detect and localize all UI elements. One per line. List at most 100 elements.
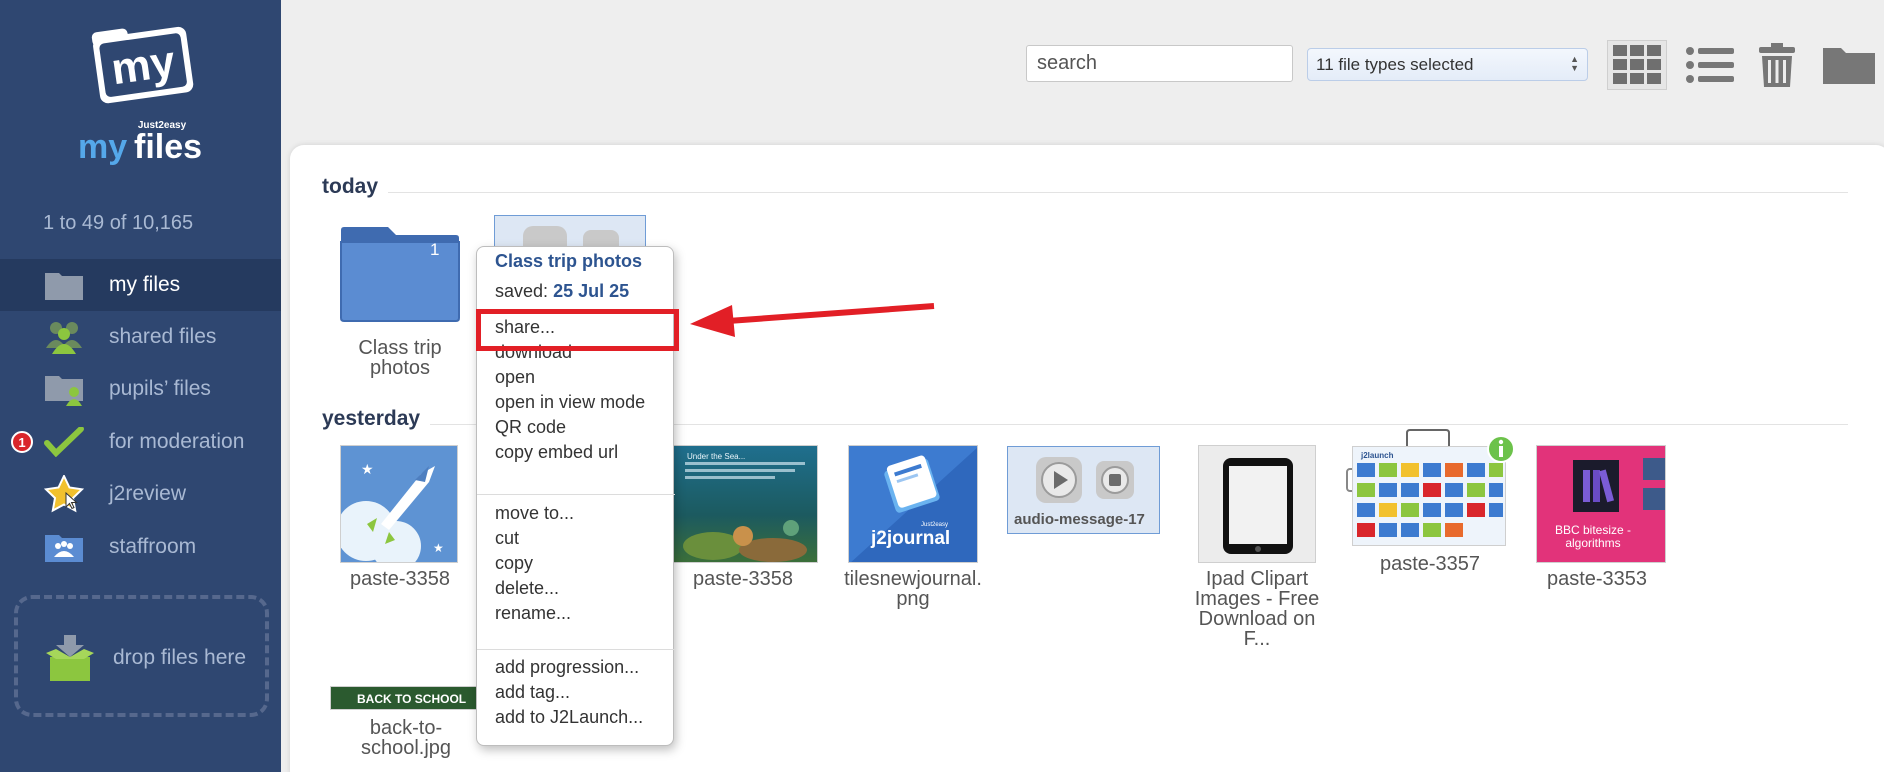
file-item-back-to-school[interactable]: BACK TO SCHOOL back-to-school.jpg <box>326 686 486 766</box>
file-item-tilesnewjournal[interactable]: Just2easy j2journal tilesnewjournal.png <box>842 445 984 615</box>
file-label: back-to-school.jpg <box>360 717 452 759</box>
bbc-thumbnail-text: BBC bitesize - algorithms <box>1554 523 1632 550</box>
rocket-thumbnail: ★ ★ <box>340 445 458 563</box>
menu-item-delete[interactable]: delete... <box>495 578 559 599</box>
svg-text:my: my <box>78 128 127 166</box>
svg-text:files: files <box>134 128 202 166</box>
menu-item-add-to-j2launch[interactable]: add to J2Launch... <box>495 707 643 728</box>
svg-text:★: ★ <box>361 462 374 478</box>
folder-icon <box>44 267 84 303</box>
sidebar-item-label: my files <box>109 273 181 296</box>
file-label: paste-3358 <box>349 568 451 590</box>
myfiles-logo[interactable]: my Just2easy my files <box>70 26 220 166</box>
stop-icon <box>1101 466 1129 494</box>
j2journal-wordmark: j2journal <box>871 528 951 549</box>
sidebar-item-label: for moderation <box>109 430 245 453</box>
moderation-count-badge: 1 <box>11 431 33 453</box>
menu-item-add-tag[interactable]: add tag... <box>495 682 570 703</box>
menu-item-cut[interactable]: cut <box>495 528 519 549</box>
file-label: tilesnewjournal.png <box>844 568 982 610</box>
grid-view-icon <box>1613 45 1661 84</box>
svg-text:★: ★ <box>433 541 444 555</box>
menu-saved-date: saved: 25 Jul 25 <box>495 281 630 301</box>
file-item-paste-3358[interactable]: ★ ★ paste-3358 <box>330 445 470 595</box>
play-button[interactable] <box>1036 457 1082 503</box>
stop-button[interactable] <box>1096 461 1134 499</box>
tablet-image <box>1223 458 1293 554</box>
sidebar-item-label: staffroom <box>109 535 197 558</box>
menu-item-qr-code[interactable]: QR code <box>495 417 566 438</box>
search-input[interactable] <box>1026 45 1293 82</box>
file-context-menu: Class trip photos saved: 25 Jul 25 share… <box>476 246 675 746</box>
file-item-paste-3353[interactable]: BBC bitesize - algorithms paste-3353 <box>1524 445 1670 595</box>
file-label: paste-3358 <box>692 568 794 590</box>
menu-title: Class trip photos <box>495 251 643 271</box>
bbc-bitesize-thumbnail: BBC bitesize - algorithms <box>1536 445 1666 563</box>
grid-view-button[interactable] <box>1607 40 1667 90</box>
file-item-paste-3357[interactable]: j2launch paste-3357 <box>1346 428 1516 578</box>
sidebar-item-for-moderation[interactable]: 1 for moderation <box>0 416 281 468</box>
staff-folder-icon <box>44 529 84 565</box>
menu-item-add-progression[interactable]: add progression... <box>495 657 639 678</box>
menu-item-rename[interactable]: rename... <box>495 603 571 624</box>
sidebar-item-pupils-files[interactable]: pupils’ files <box>0 363 281 415</box>
menu-item-move-to[interactable]: move to... <box>495 503 574 524</box>
group-icon <box>44 319 84 355</box>
checkmark-icon <box>44 424 84 460</box>
file-count: 1 to 49 of 10,165 <box>43 212 194 234</box>
svg-text:my: my <box>108 37 178 94</box>
file-label: paste-3353 <box>1546 568 1648 590</box>
info-icon[interactable] <box>1486 434 1516 464</box>
share-icon[interactable] <box>1643 488 1665 510</box>
sidebar-item-label: shared files <box>109 325 217 348</box>
file-label: audio-message-17 <box>1014 511 1145 528</box>
back-to-school-thumbnail-text: BACK TO SCHOOL <box>357 692 467 706</box>
sidebar: my Just2easy my files 1 to 49 of 10,165 … <box>0 0 281 772</box>
app-tiles-image <box>1357 463 1503 537</box>
menu-item-download[interactable]: download <box>495 342 572 363</box>
list-view-button[interactable] <box>1684 40 1736 90</box>
file-item-ipad-clipart[interactable]: Ipad Clipart Images - Free Download on F… <box>1186 445 1328 655</box>
sidebar-item-shared-files[interactable]: shared files <box>0 311 281 363</box>
drop-files-zone[interactable]: drop files here <box>14 595 269 717</box>
sidebar-item-j2review[interactable]: j2review <box>0 468 281 520</box>
star-icon <box>44 475 84 513</box>
j2journal-thumbnail: Just2easy j2journal <box>848 445 978 563</box>
info-icon[interactable] <box>1643 458 1665 480</box>
upload-box-icon <box>46 635 94 681</box>
rocket-image: ★ ★ <box>341 462 444 562</box>
menu-item-share[interactable]: share... <box>495 317 555 338</box>
new-folder-button[interactable] <box>1820 40 1878 90</box>
sidebar-item-label: pupils’ files <box>109 377 211 400</box>
delete-button[interactable] <box>1756 40 1798 90</box>
sidebar-item-label: j2review <box>109 482 187 505</box>
ipad-thumbnail <box>1198 445 1316 563</box>
menu-item-copy-embed-url[interactable]: copy embed url <box>495 442 618 463</box>
file-item-class-trip-photos[interactable]: 1 Class trip photos <box>330 220 470 380</box>
drop-files-label: drop files here <box>113 646 247 669</box>
menu-item-copy[interactable]: copy <box>495 553 533 574</box>
j2launch-thumbnail: j2launch <box>1352 446 1506 546</box>
folder-count: 1 <box>430 240 440 259</box>
file-item-audio-message[interactable]: audio-message-17 <box>1007 446 1160 536</box>
reef-image <box>683 462 807 562</box>
section-divider <box>388 192 1848 193</box>
sidebar-item-staffroom[interactable]: staffroom <box>0 521 281 573</box>
sea-thumbnail: Under the Sea... <box>672 445 818 563</box>
file-label: Ipad Clipart Images - Free Download on F… <box>1194 568 1320 650</box>
menu-separator <box>477 494 675 495</box>
file-types-select[interactable]: 11 file types selected ▲ ▼ <box>1307 48 1588 81</box>
new-folder-icon <box>1823 48 1875 84</box>
play-icon <box>1041 462 1077 498</box>
file-item-paste-3358-sea[interactable]: Under the Sea... paste-3358 <box>672 445 818 595</box>
section-title-today: today <box>322 175 379 198</box>
chevron-updown-icon: ▲ ▼ <box>1570 54 1579 73</box>
file-types-value: 11 file types selected <box>1316 55 1474 74</box>
folder-icon <box>340 227 460 322</box>
sidebar-item-my-files[interactable]: my files <box>0 259 281 311</box>
menu-item-open-view-mode[interactable]: open in view mode <box>495 392 645 413</box>
trash-icon <box>1759 43 1795 87</box>
file-label: Class trip photos <box>358 337 442 379</box>
audio-thumbnail: audio-message-17 <box>1007 446 1160 534</box>
menu-item-open[interactable]: open <box>495 367 535 388</box>
